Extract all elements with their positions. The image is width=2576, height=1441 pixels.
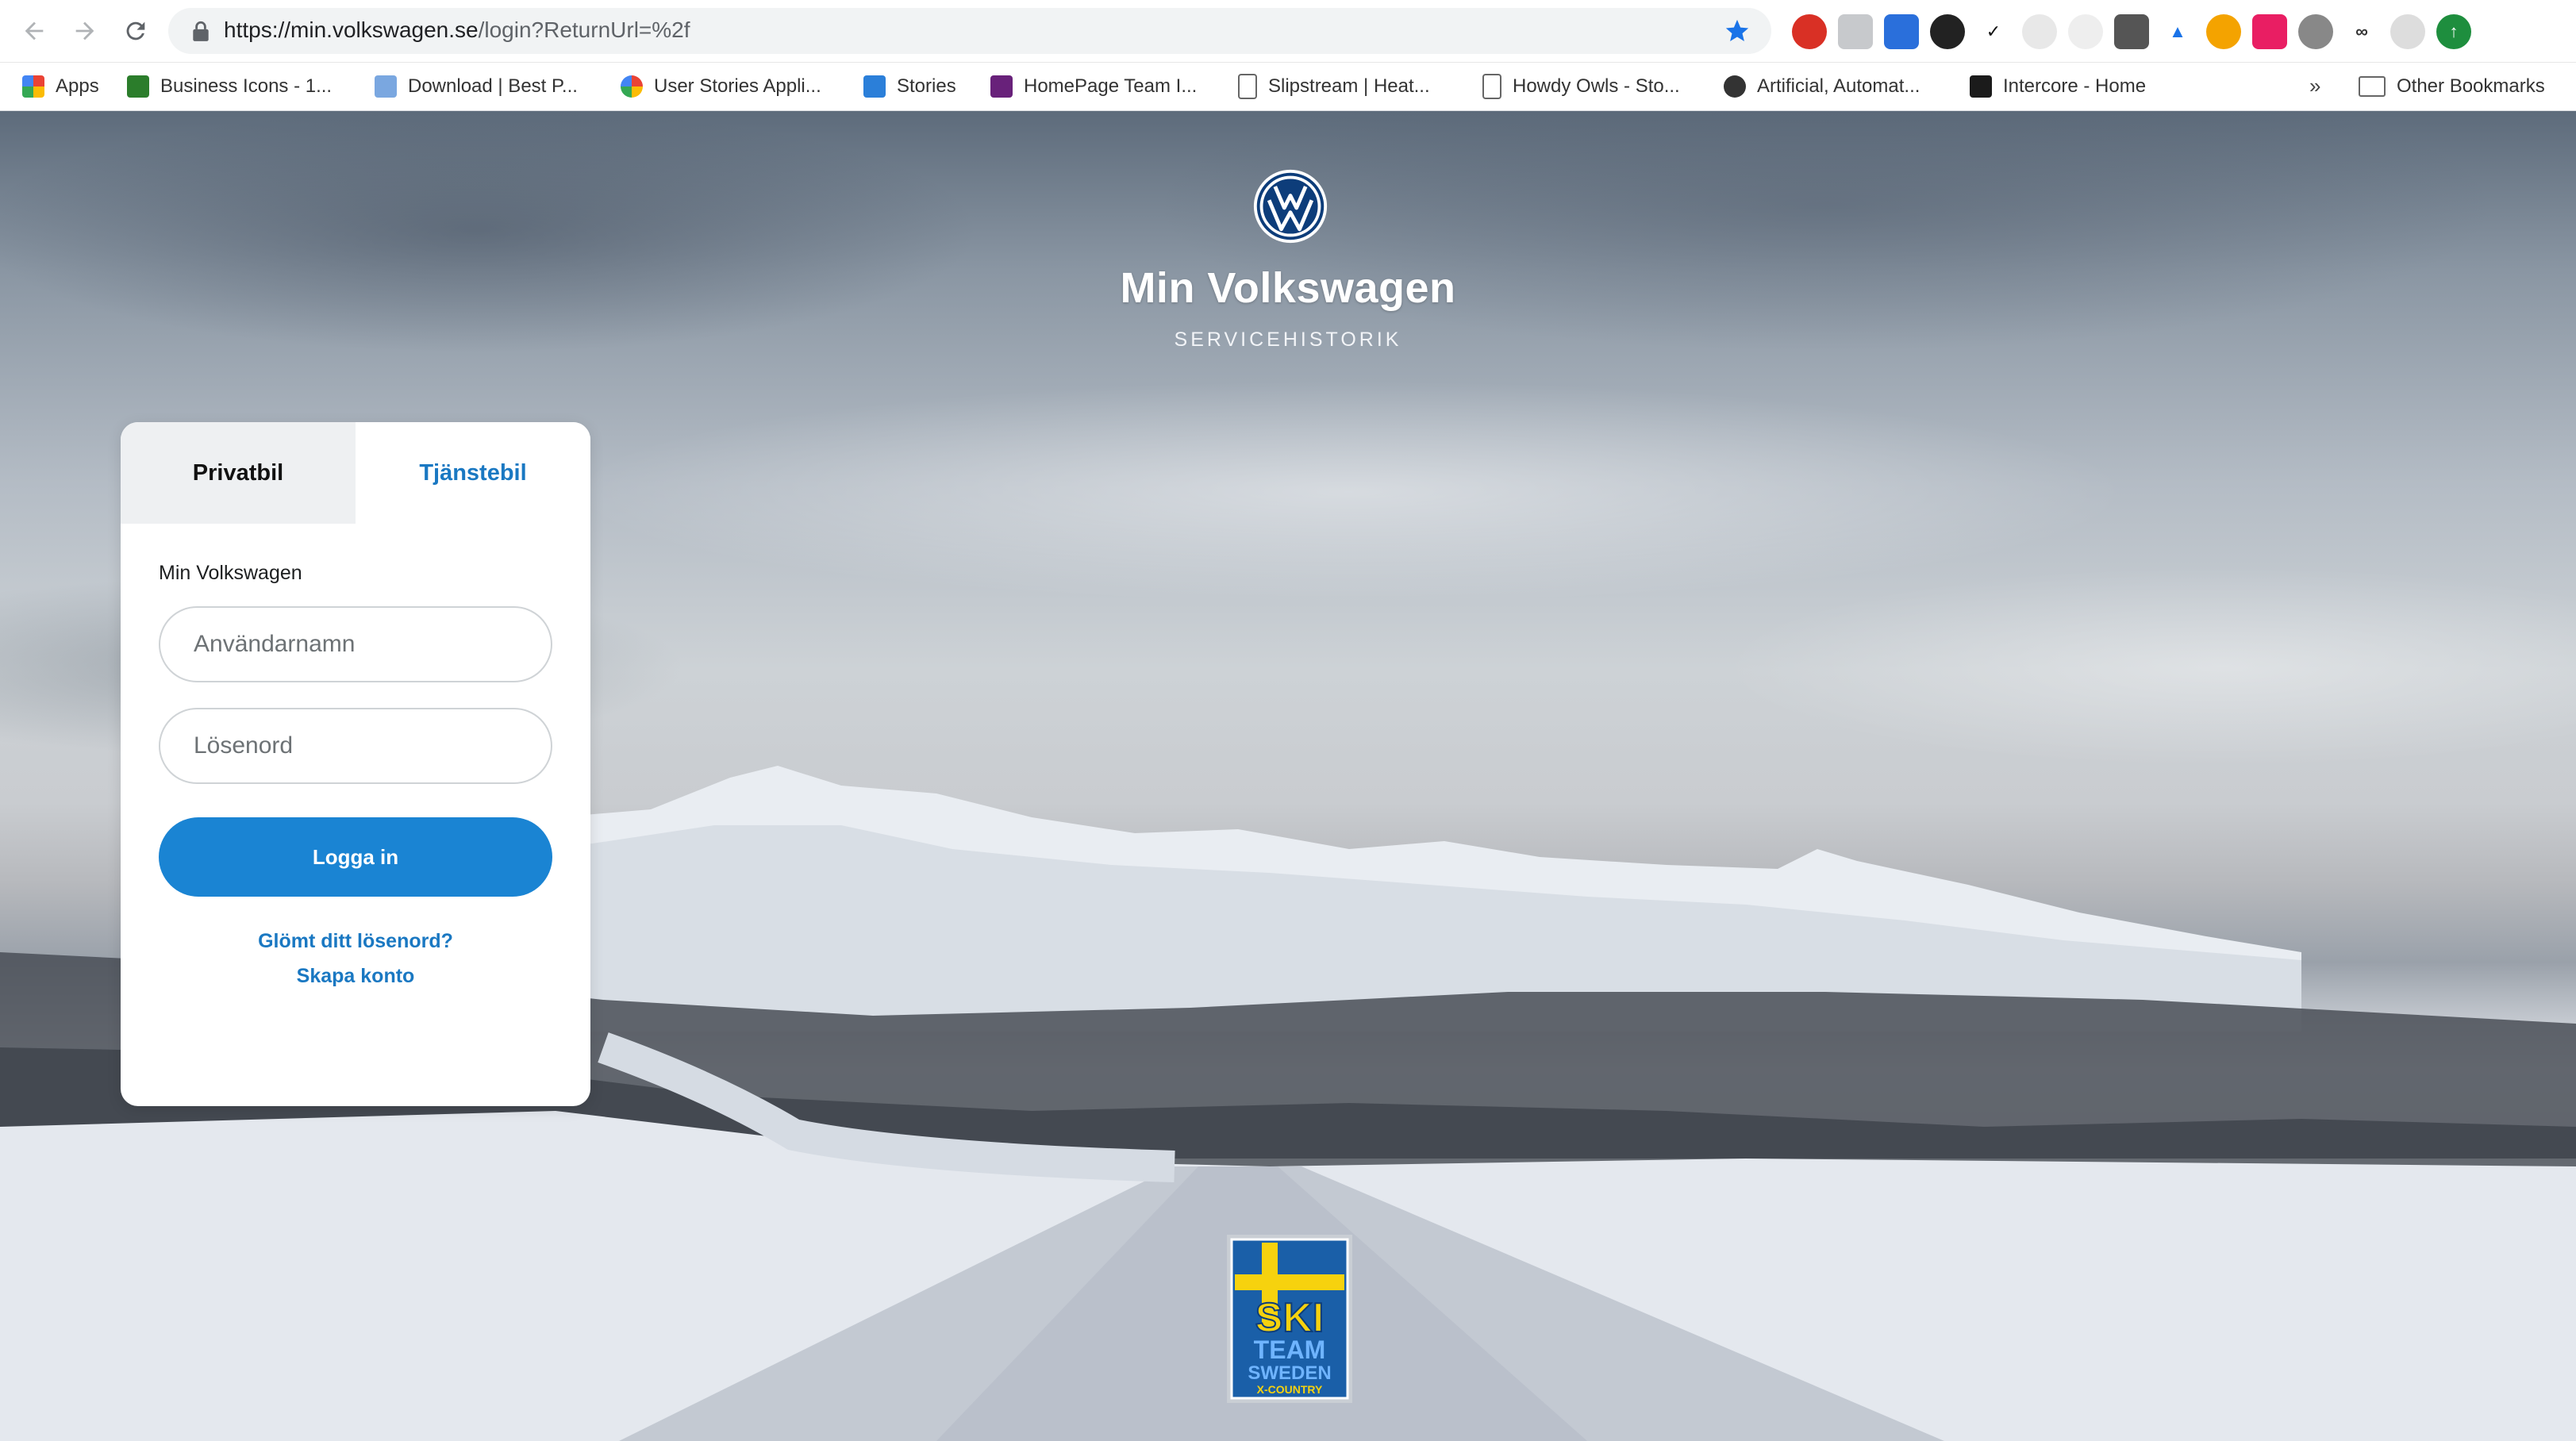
url-host: https://min.volkswagen.se xyxy=(224,17,479,42)
gear-extension-icon[interactable] xyxy=(2206,14,2241,49)
bookmark-label: Apps xyxy=(56,75,99,97)
badge-ski-text: SKI xyxy=(1255,1295,1325,1341)
bookmark-howdy-owls[interactable]: Howdy Owls - Sto... xyxy=(1482,71,1680,102)
lock-icon xyxy=(193,21,209,41)
ski-team-sweden-logo: SKI TEAM SWEDEN X-COUNTRY xyxy=(1227,1235,1352,1403)
download-site-icon xyxy=(375,75,397,98)
other-bookmarks-label: Other Bookmarks xyxy=(2397,75,2545,97)
url-text: https://min.volkswagen.se/login?ReturnUr… xyxy=(224,17,690,43)
bookmark-artificial[interactable]: Artificial, Automat... xyxy=(1724,71,1920,102)
bookmark-label: Intercore - Home xyxy=(2003,75,2147,97)
bookmark-label: Business Icons - 1... xyxy=(160,75,333,97)
extension-icon-3[interactable] xyxy=(1884,14,1919,49)
account-type-tabs: Privatbil Tjänstebil xyxy=(121,422,590,524)
reload-icon xyxy=(126,21,145,40)
bookmark-label: HomePage Team I... xyxy=(1024,75,1198,97)
back-button[interactable] xyxy=(14,11,54,51)
other-bookmarks[interactable]: Other Bookmarks xyxy=(2359,71,2545,102)
extension-icon-2[interactable] xyxy=(1838,14,1873,49)
arrow-left-icon xyxy=(25,21,44,40)
bookmark-download[interactable]: Download | Best P... xyxy=(375,71,578,102)
adblock-extension-icon[interactable] xyxy=(1792,14,1827,49)
artificial-icon xyxy=(1724,75,1746,98)
extension-icon-7[interactable] xyxy=(2068,14,2103,49)
create-account-link[interactable]: Skapa konto xyxy=(121,965,590,988)
bookmark-label: Slipstream | Heat... xyxy=(1268,75,1430,97)
glasses-extension-icon[interactable]: ∞ xyxy=(2344,14,2379,49)
forward-button[interactable] xyxy=(65,11,105,51)
bookmarks-bar: Apps Business Icons - 1... Download | Be… xyxy=(0,63,2576,111)
visual-studio-icon xyxy=(990,75,1013,98)
ux-extension-icon[interactable]: ✓ xyxy=(1976,14,2011,49)
bookmark-label: Download | Best P... xyxy=(408,75,578,97)
arrow-right-icon xyxy=(75,21,94,40)
site-subtitle: SERVICEHISTORIK xyxy=(1174,329,1402,351)
tab-privatbil[interactable]: Privatbil xyxy=(121,422,356,524)
stories-icon xyxy=(863,75,886,98)
google-icon xyxy=(621,75,643,98)
forgot-password-link[interactable]: Glömt ditt lösenord? xyxy=(121,930,590,953)
browser-toolbar: https://min.volkswagen.se/login?ReturnUr… xyxy=(0,0,2576,63)
site-title: Min Volkswagen xyxy=(1120,264,1456,312)
extension-icon-8[interactable] xyxy=(2114,14,2149,49)
bookmark-label: User Stories Appli... xyxy=(654,75,821,97)
extension-icon-12[interactable] xyxy=(2298,14,2333,49)
folder-icon xyxy=(2359,76,2386,97)
username-input[interactable] xyxy=(159,606,552,682)
more-bookmarks-button[interactable]: » xyxy=(2309,74,2320,98)
reload-button[interactable] xyxy=(116,11,156,51)
profile-avatar-icon[interactable] xyxy=(2390,14,2425,49)
badge-team-text: TEAM xyxy=(1254,1335,1326,1364)
login-section-label: Min Volkswagen xyxy=(159,562,302,584)
url-path: /login?ReturnUrl=%2f xyxy=(478,17,690,42)
extension-icons: ✓ ▲ ∞ ↑ xyxy=(1792,14,2471,49)
address-bar[interactable]: https://min.volkswagen.se/login?ReturnUr… xyxy=(168,8,1771,54)
intercore-icon xyxy=(1970,75,1992,98)
password-input[interactable] xyxy=(159,708,552,784)
bookmark-star-icon[interactable] xyxy=(1724,17,1751,44)
page-icon xyxy=(1238,74,1257,99)
bear-extension-icon[interactable] xyxy=(2022,14,2057,49)
bookmark-label: Howdy Owls - Sto... xyxy=(1513,75,1680,97)
bookmark-slipstream[interactable]: Slipstream | Heat... xyxy=(1238,71,1430,102)
login-card: Privatbil Tjänstebil Min Volkswagen Logg… xyxy=(121,422,590,1106)
bookmark-user-stories[interactable]: User Stories Appli... xyxy=(621,71,821,102)
page-icon xyxy=(1482,74,1501,99)
bookmark-label: Artificial, Automat... xyxy=(1757,75,1920,97)
bookmark-stories[interactable]: Stories xyxy=(863,71,956,102)
business-icons-icon xyxy=(127,75,149,98)
extension-icon-11[interactable] xyxy=(2252,14,2287,49)
panda-extension-icon[interactable] xyxy=(1930,14,1965,49)
bookmark-intercore[interactable]: Intercore - Home xyxy=(1970,71,2146,102)
login-button[interactable]: Logga in xyxy=(159,817,552,897)
login-page: Min Volkswagen SERVICEHISTORIK Privatbil… xyxy=(0,111,2576,1441)
volkswagen-logo-icon xyxy=(1253,169,1328,244)
triangle-extension-icon[interactable]: ▲ xyxy=(2160,14,2195,49)
badge-sweden-text: SWEDEN xyxy=(1248,1362,1331,1384)
update-icon[interactable]: ↑ xyxy=(2436,14,2471,49)
bookmark-business-icons[interactable]: Business Icons - 1... xyxy=(127,71,332,102)
badge-xcountry-text: X-COUNTRY xyxy=(1257,1383,1323,1396)
bookmark-homepage-team[interactable]: HomePage Team I... xyxy=(990,71,1197,102)
tab-tjanstebil[interactable]: Tjänstebil xyxy=(356,422,590,524)
bookmark-label: Stories xyxy=(897,75,956,97)
apps-grid-icon xyxy=(22,75,44,98)
bookmark-apps[interactable]: Apps xyxy=(22,71,99,102)
